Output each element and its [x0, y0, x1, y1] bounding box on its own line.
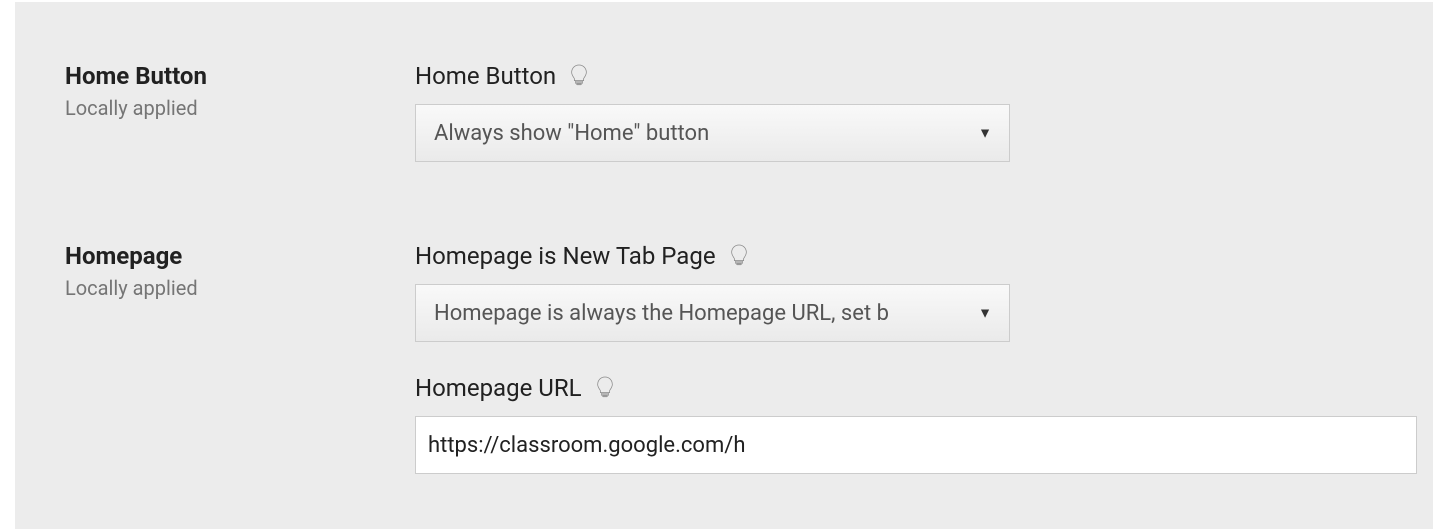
homepage-url-input[interactable]: [415, 416, 1417, 474]
section-header: Homepage Locally applied: [65, 242, 415, 474]
field-label: Homepage URL: [415, 374, 582, 402]
section-title: Homepage: [65, 242, 415, 270]
lightbulb-icon[interactable]: [726, 243, 752, 269]
field-label: Home Button: [415, 62, 556, 90]
home-button-section: Home Button Locally applied Home Button …: [65, 62, 1383, 162]
lightbulb-icon[interactable]: [592, 375, 618, 401]
homepage-section: Homepage Locally applied Homepage is New…: [65, 242, 1383, 474]
section-scope: Locally applied: [65, 276, 415, 300]
field-label-row: Home Button: [415, 62, 1383, 90]
lightbulb-icon[interactable]: [566, 63, 592, 89]
field-label-row: Homepage is New Tab Page: [415, 242, 1383, 270]
field-label: Homepage is New Tab Page: [415, 242, 716, 270]
home-button-field: Home Button Always show "Home" button ▼: [415, 62, 1383, 162]
home-button-select[interactable]: Always show "Home" button: [415, 104, 1010, 162]
homepage-newtab-field: Homepage is New Tab Page Homepage is alw…: [415, 242, 1383, 342]
section-scope: Locally applied: [65, 96, 415, 120]
homepage-url-field: Homepage URL: [415, 374, 1383, 474]
section-content: Homepage is New Tab Page Homepage is alw…: [415, 242, 1383, 474]
section-content: Home Button Always show "Home" button ▼: [415, 62, 1383, 162]
section-title: Home Button: [65, 62, 415, 90]
select-value: Homepage is always the Homepage URL, set…: [434, 301, 889, 326]
homepage-newtab-select-wrapper: Homepage is always the Homepage URL, set…: [415, 284, 1010, 342]
select-value: Always show "Home" button: [434, 121, 709, 146]
settings-panel: Home Button Locally applied Home Button …: [15, 2, 1433, 529]
homepage-newtab-select[interactable]: Homepage is always the Homepage URL, set…: [415, 284, 1010, 342]
section-header: Home Button Locally applied: [65, 62, 415, 162]
home-button-select-wrapper: Always show "Home" button ▼: [415, 104, 1010, 162]
field-label-row: Homepage URL: [415, 374, 1383, 402]
